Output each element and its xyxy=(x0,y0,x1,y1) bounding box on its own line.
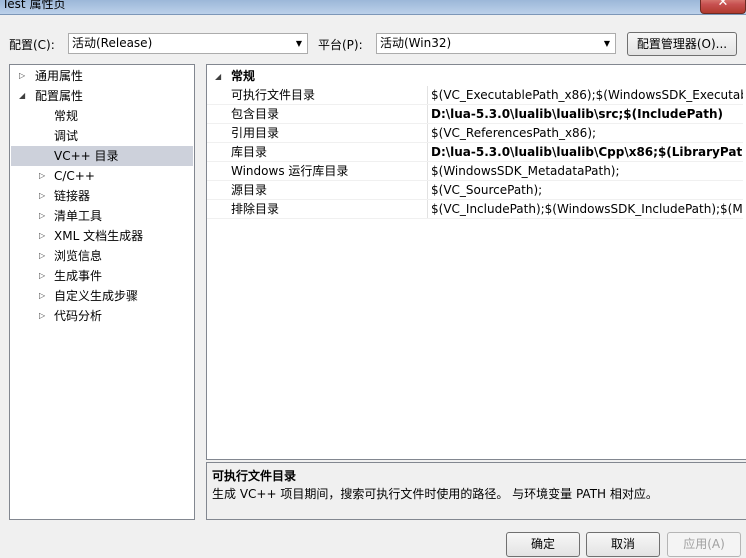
description-panel: 可执行文件目录 生成 VC++ 项目期间，搜索可执行文件时使用的路径。 与环境变… xyxy=(206,462,746,520)
column-divider xyxy=(427,162,428,181)
tree-item-label: 常规 xyxy=(54,109,79,123)
window-title: Test 属性页 xyxy=(2,0,66,11)
tree-item-label: C/C++ xyxy=(54,169,95,183)
tree-item-label: 代码分析 xyxy=(54,309,103,323)
grid-category-general[interactable]: ◢ 常规 xyxy=(207,67,743,86)
tree-item-general[interactable]: 常规 xyxy=(11,106,193,126)
tree-item-custom-build-step[interactable]: ▷ 自定义生成步骤 xyxy=(11,286,193,306)
tree-item-label: 浏览信息 xyxy=(54,249,103,263)
expand-arrow-icon[interactable]: ▷ xyxy=(39,226,45,246)
description-text: 生成 VC++ 项目期间，搜索可执行文件时使用的路径。 与环境变量 PATH 相… xyxy=(212,487,658,501)
column-divider xyxy=(427,124,428,143)
property-tree: ▷ 通用属性 ◢ 配置属性 常规 调试 VC++ 目录 ▷ C/C++ ▷ 链接… xyxy=(9,64,195,520)
ok-button[interactable]: 确定 xyxy=(506,532,580,557)
property-name: 源目录 xyxy=(231,183,268,197)
tree-item-manifest-tool[interactable]: ▷ 清单工具 xyxy=(11,206,193,226)
tree-item-xml-doc-generator[interactable]: ▷ XML 文档生成器 xyxy=(11,226,193,246)
grid-row-reference-dirs[interactable]: 引用目录 $(VC_ReferencesPath_x86); xyxy=(207,124,743,143)
grid-row-library-dirs[interactable]: 库目录 D:\lua-5.3.0\lualib\lualib\Cpp\x86;$… xyxy=(207,143,743,162)
cancel-button[interactable]: 取消 xyxy=(586,532,660,557)
expand-arrow-icon[interactable]: ▷ xyxy=(39,266,45,286)
tree-item-build-events[interactable]: ▷ 生成事件 xyxy=(11,266,193,286)
row-divider xyxy=(207,218,743,219)
property-value[interactable]: D:\lua-5.3.0\lualib\lualib\src;$(Include… xyxy=(431,105,743,124)
collapse-arrow-icon[interactable]: ◢ xyxy=(215,67,221,87)
tree-item-debugging[interactable]: 调试 xyxy=(11,126,193,146)
property-grid: ◢ 常规 可执行文件目录 $(VC_ExecutablePath_x86);$(… xyxy=(206,64,746,460)
config-dropdown[interactable]: 活动(Release) ▼ xyxy=(68,33,308,54)
grid-row-executable-dirs[interactable]: 可执行文件目录 $(VC_ExecutablePath_x86);$(Windo… xyxy=(207,86,743,105)
tree-item-label: 调试 xyxy=(54,129,79,143)
grid-row-include-dirs[interactable]: 包含目录 D:\lua-5.3.0\lualib\lualib\src;$(In… xyxy=(207,105,743,124)
tree-item-configuration-properties[interactable]: ◢ 配置属性 xyxy=(11,86,193,106)
property-value[interactable]: $(VC_SourcePath); xyxy=(431,181,743,200)
grid-row-source-dirs[interactable]: 源目录 $(VC_SourcePath); xyxy=(207,181,743,200)
property-name: 引用目录 xyxy=(231,126,280,140)
expand-arrow-icon[interactable]: ▷ xyxy=(39,306,45,326)
column-divider xyxy=(427,181,428,200)
tree-item-label: XML 文档生成器 xyxy=(54,229,144,243)
config-value: 活动(Release) xyxy=(72,36,153,50)
config-label: 配置(C): xyxy=(9,38,55,52)
property-value[interactable]: $(WindowsSDK_MetadataPath); xyxy=(431,162,743,181)
expand-arrow-icon[interactable]: ▷ xyxy=(39,286,45,306)
platform-dropdown[interactable]: 活动(Win32) ▼ xyxy=(376,33,616,54)
close-icon[interactable]: ✕ xyxy=(700,0,746,14)
property-name: 库目录 xyxy=(231,145,268,159)
platform-value: 活动(Win32) xyxy=(380,36,452,50)
column-divider xyxy=(427,143,428,162)
tree-item-label: 链接器 xyxy=(54,189,91,203)
chevron-down-icon: ▼ xyxy=(295,39,302,48)
tree-item-common-properties[interactable]: ▷ 通用属性 xyxy=(11,66,193,86)
grid-row-exclude-dirs[interactable]: 排除目录 $(VC_IncludePath);$(WindowsSDK_Incl… xyxy=(207,200,743,219)
tree-item-label: 自定义生成步骤 xyxy=(54,289,139,303)
expand-arrow-icon[interactable]: ▷ xyxy=(39,186,45,206)
property-name: Windows 运行库目录 xyxy=(231,164,349,178)
property-value[interactable]: $(VC_IncludePath);$(WindowsSDK_IncludePa… xyxy=(431,200,743,219)
column-divider xyxy=(427,200,428,219)
tree-item-browse-info[interactable]: ▷ 浏览信息 xyxy=(11,246,193,266)
expand-arrow-icon[interactable]: ▷ xyxy=(39,206,45,226)
tree-item-label: VC++ 目录 xyxy=(54,149,119,163)
expand-arrow-icon[interactable]: ▷ xyxy=(19,66,25,86)
column-divider xyxy=(427,86,428,105)
category-label: 常规 xyxy=(231,69,256,83)
property-name: 排除目录 xyxy=(231,202,280,216)
grid-row-winrt-dirs[interactable]: Windows 运行库目录 $(WindowsSDK_MetadataPath)… xyxy=(207,162,743,181)
tree-item-label: 通用属性 xyxy=(35,69,84,83)
property-name: 包含目录 xyxy=(231,107,280,121)
chevron-down-icon: ▼ xyxy=(603,39,610,48)
expand-arrow-icon[interactable]: ▷ xyxy=(39,166,45,186)
config-manager-button[interactable]: 配置管理器(O)... xyxy=(627,32,737,56)
tree-item-c-cpp[interactable]: ▷ C/C++ xyxy=(11,166,193,186)
tree-item-label: 清单工具 xyxy=(54,209,103,223)
tree-item-code-analysis[interactable]: ▷ 代码分析 xyxy=(11,306,193,326)
property-name: 可执行文件目录 xyxy=(231,88,316,102)
tree-item-linker[interactable]: ▷ 链接器 xyxy=(11,186,193,206)
platform-label: 平台(P): xyxy=(318,38,363,52)
description-title: 可执行文件目录 xyxy=(212,469,297,483)
expand-arrow-icon[interactable]: ▷ xyxy=(39,246,45,266)
property-value[interactable]: $(VC_ExecutablePath_x86);$(WindowsSDK_Ex… xyxy=(431,86,743,105)
collapse-arrow-icon[interactable]: ◢ xyxy=(19,86,25,106)
title-bar: Test 属性页 ✕ xyxy=(0,0,746,15)
property-value[interactable]: $(VC_ReferencesPath_x86); xyxy=(431,124,743,143)
tree-item-label: 配置属性 xyxy=(35,89,84,103)
property-value[interactable]: D:\lua-5.3.0\lualib\lualib\Cpp\x86;$(Lib… xyxy=(431,143,743,162)
column-divider xyxy=(427,105,428,124)
apply-button[interactable]: 应用(A) xyxy=(667,532,741,557)
tree-item-label: 生成事件 xyxy=(54,269,103,283)
tree-item-vc-directories[interactable]: VC++ 目录 xyxy=(11,146,193,166)
